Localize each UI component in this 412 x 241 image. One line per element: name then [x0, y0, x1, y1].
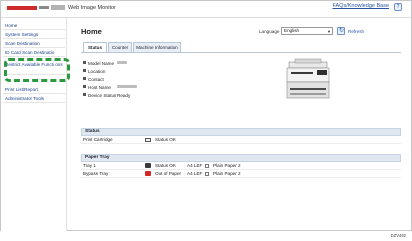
- paper-row-size: A4 LEF: [187, 163, 203, 168]
- paper-tray-section: Paper Tray Tray 1 Status OK A4 LEF Plain…: [81, 154, 401, 178]
- refresh-icon: ↻: [339, 28, 345, 34]
- info-row-contact: Contact: [83, 76, 173, 83]
- sidebar-item-print-list-report[interactable]: Print List/Report: [3, 86, 65, 94]
- info-row-location: Location: [83, 68, 173, 75]
- cartridge-icon: [145, 138, 151, 142]
- paper-orientation-icon: [205, 164, 209, 168]
- faq-link[interactable]: FAQs/Knowledge Base: [332, 3, 389, 9]
- tab-divider: [81, 52, 401, 53]
- status-section-title: Status: [81, 128, 401, 136]
- top-bar: Web Image Monitor FAQs/Knowledge Base ?: [1, 1, 411, 18]
- paper-tray-section-title: Paper Tray: [81, 154, 401, 162]
- paper-orientation-icon: [205, 172, 209, 176]
- bullet-icon: [83, 93, 86, 96]
- paper-row-type: Plain Paper 2: [213, 163, 241, 168]
- tab-counter[interactable]: Counter: [108, 42, 132, 52]
- language-label: Language: [259, 29, 280, 34]
- sidebar: Home System Settings Scan Destination ID…: [1, 18, 67, 231]
- printer-image: [286, 58, 330, 99]
- page-title: Home: [81, 27, 102, 36]
- paper-row-type: Plain Paper 2: [213, 171, 241, 176]
- sidebar-item-home[interactable]: Home: [3, 22, 65, 30]
- device-status-value: Ready: [117, 93, 131, 98]
- bullet-icon: [83, 77, 86, 80]
- info-row-device-status: Device Status Ready: [83, 92, 173, 99]
- status-row-name: Print Cartridge: [83, 137, 113, 142]
- paper-row-name: Tray 1: [83, 163, 96, 168]
- chevron-down-icon: ▼: [327, 29, 331, 34]
- info-row-host-name: Host Name: [83, 84, 173, 91]
- browser-frame: Web Image Monitor FAQs/Knowledge Base ? …: [0, 0, 412, 231]
- bullet-icon: [83, 85, 86, 88]
- bullet-icon: [83, 69, 86, 72]
- refresh-link[interactable]: Refresh: [348, 29, 364, 34]
- info-label: Model Name: [88, 61, 115, 66]
- info-row-model-name: Model Name: [83, 60, 173, 67]
- help-icon[interactable]: ?: [394, 3, 402, 11]
- tab-machine-information[interactable]: Machine Information: [133, 42, 181, 52]
- refresh-button[interactable]: ↻: [337, 27, 345, 35]
- paper-row-status: Out of Paper: [155, 171, 182, 176]
- tab-status[interactable]: Status: [83, 42, 107, 52]
- paper-row-bypass-tray: Bypass Tray Out of Paper A4 LEF Plain Pa…: [81, 170, 401, 178]
- language-value: English: [284, 28, 300, 33]
- info-value-redacted: [117, 60, 127, 67]
- paper-row-tray-1: Tray 1 Status OK A4 LEF Plain Paper 2: [81, 162, 401, 170]
- status-row-print-cartridge: Print Cartridge Status OK: [81, 136, 401, 144]
- app-title: Web Image Monitor: [68, 5, 116, 11]
- status-section: Status Print Cartridge Status OK: [81, 128, 401, 144]
- sidebar-item-administrator-tools[interactable]: Administrator Tools: [3, 95, 65, 103]
- brand-logo: [7, 6, 37, 10]
- paper-row-size: A4 LEF: [187, 171, 203, 176]
- language-select[interactable]: English ▼: [281, 27, 333, 35]
- bullet-icon: [83, 61, 86, 64]
- sidebar-item-scan-destination[interactable]: Scan Destination: [3, 40, 65, 48]
- info-label: Location: [88, 69, 106, 74]
- out-of-paper-icon: [145, 171, 151, 176]
- sidebar-item-system-settings[interactable]: System Settings: [3, 31, 65, 39]
- info-label: Device Status: [88, 93, 117, 98]
- info-label: Host Name: [88, 85, 111, 90]
- info-value-redacted: [117, 84, 137, 91]
- callout-highlight: [4, 58, 70, 82]
- paper-row-name: Bypass Tray: [83, 171, 109, 176]
- status-row-status: Status OK: [155, 137, 176, 142]
- tray-ok-icon: [145, 163, 151, 168]
- figure-code: DZV492: [390, 233, 406, 238]
- main-content: Home Language English ▼ ↻ Refresh Status…: [71, 18, 411, 231]
- brand-logo-mark: [51, 5, 65, 10]
- paper-row-status: Status OK: [155, 163, 176, 168]
- brand-logo-text: [39, 6, 49, 9]
- sidebar-item-id-card-scan-destination[interactable]: ID Card Scan Destinatio: [3, 49, 65, 57]
- info-label: Contact: [88, 77, 104, 82]
